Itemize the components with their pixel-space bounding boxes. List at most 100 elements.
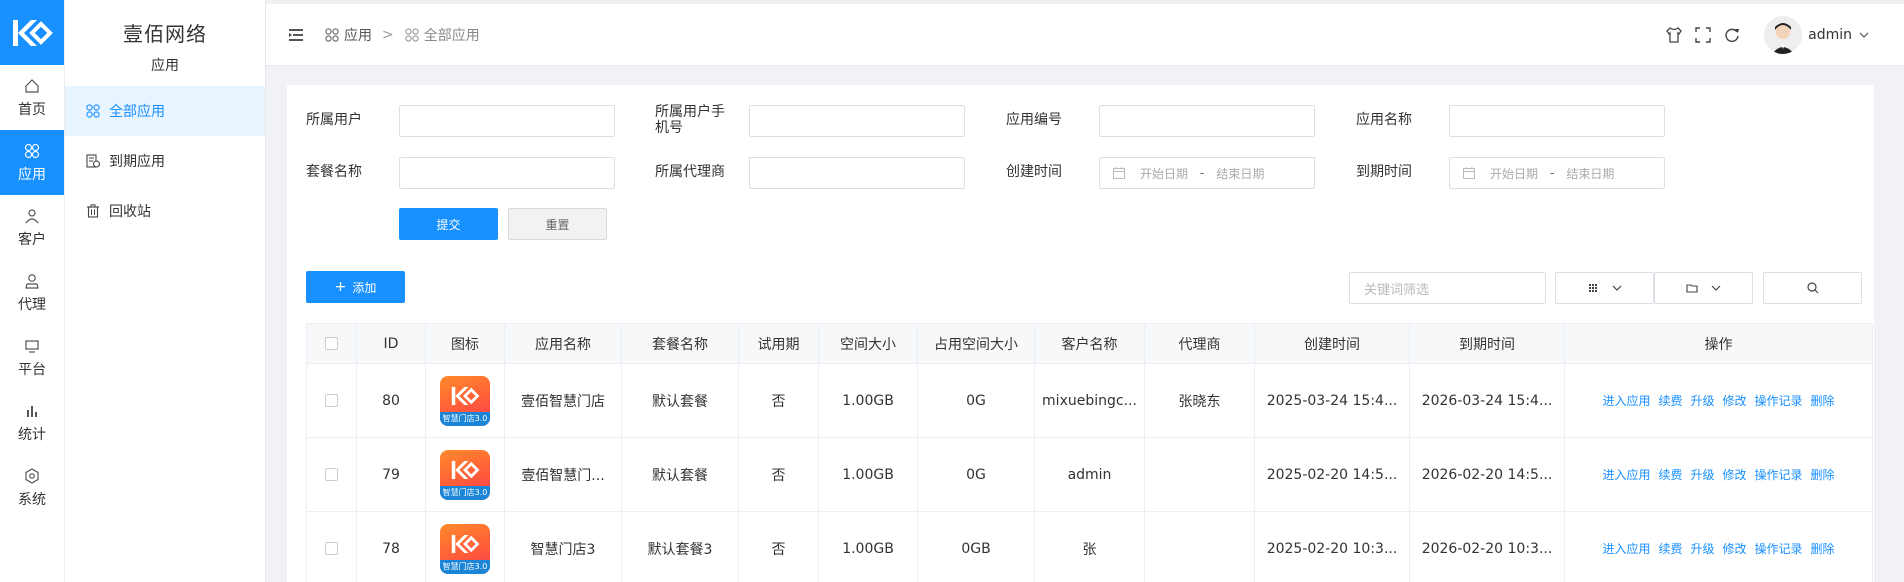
rail-label: 客户	[18, 231, 46, 248]
chevron-down-icon	[1711, 285, 1720, 291]
cell-icon: 智慧门店3.0	[425, 511, 505, 582]
date-separator: -	[1200, 166, 1205, 180]
delete-link[interactable]: 删除	[1811, 468, 1835, 482]
export-button[interactable]	[1654, 272, 1753, 304]
apps-icon	[405, 27, 419, 42]
monitor-icon	[25, 339, 39, 353]
filter-label-create-time: 创建时间	[1006, 164, 1062, 180]
table-row: 80 智慧门店3.0 壹佰智慧门店 默认套餐 否 1.00GB 0G mixue…	[306, 363, 1873, 438]
avatar[interactable]	[1764, 16, 1803, 54]
th-icon: 图标	[425, 323, 505, 364]
brand-title: 壹佰网络	[123, 22, 207, 46]
cell-customer: 张	[1034, 511, 1145, 582]
fullscreen-icon[interactable]	[1693, 25, 1713, 45]
renew-link[interactable]: 续费	[1658, 468, 1682, 482]
breadcrumb-first[interactable]: 应用	[344, 25, 372, 45]
brand-subtitle: 应用	[151, 58, 179, 74]
rail-item-platform[interactable]: 平台	[0, 325, 64, 390]
owner-user-input[interactable]	[399, 105, 615, 137]
th-space: 空间大小	[818, 323, 918, 364]
owner-phone-input[interactable]	[749, 105, 965, 137]
cell-app-name: 智慧门店3	[504, 511, 622, 582]
cell-ops: 进入应用 续费 升级 修改 操作记录 删除	[1564, 437, 1873, 512]
bar-chart-icon	[27, 405, 37, 417]
apps-icon	[86, 104, 100, 118]
column-toggle-button[interactable]	[1555, 272, 1654, 304]
create-time-range[interactable]: 开始日期 - 结束日期	[1099, 157, 1315, 189]
cell-id: 79	[356, 437, 426, 512]
filter-label-owner-phone: 所属用户手机号	[655, 104, 725, 136]
table-row: 78 智慧门店3.0 智慧门店3 默认套餐3 否 1.00GB 0GB 张 20…	[306, 511, 1873, 582]
app-no-input[interactable]	[1099, 105, 1315, 137]
enter-app-link[interactable]: 进入应用	[1602, 394, 1650, 408]
logo	[0, 0, 64, 65]
submenu-item-recycle-bin[interactable]: 回收站	[65, 186, 265, 236]
theme-shirt-icon[interactable]	[1664, 25, 1684, 45]
rail-label: 代理	[18, 296, 46, 313]
user-name[interactable]: admin	[1808, 27, 1852, 43]
rail-item-system[interactable]: 系统	[0, 455, 64, 520]
delete-link[interactable]: 删除	[1811, 542, 1835, 556]
op-log-link[interactable]: 操作记录	[1755, 394, 1803, 408]
op-log-link[interactable]: 操作记录	[1755, 468, 1803, 482]
breadcrumb-last: 全部应用	[423, 27, 480, 44]
th-customer: 客户名称	[1034, 323, 1145, 364]
app-logo-icon: 智慧门店3.0	[440, 375, 490, 426]
add-button[interactable]: + 添加	[306, 271, 405, 303]
row-checkbox[interactable]	[325, 542, 338, 555]
plus-icon: +	[334, 279, 347, 295]
refresh-icon[interactable]	[1722, 25, 1742, 45]
agent-input[interactable]	[749, 157, 965, 189]
select-all-cell[interactable]	[306, 323, 357, 364]
edit-link[interactable]: 修改	[1723, 394, 1747, 408]
rail-item-customer[interactable]: 客户	[0, 195, 64, 260]
enter-app-link[interactable]: 进入应用	[1602, 542, 1650, 556]
select-all-checkbox[interactable]	[325, 337, 338, 350]
row-checkbox[interactable]	[325, 468, 338, 481]
edit-link[interactable]: 修改	[1723, 542, 1747, 556]
menu-fold-icon[interactable]	[286, 25, 306, 45]
cell-used-space: 0G	[917, 437, 1035, 512]
rail-item-apps[interactable]: 应用	[0, 130, 64, 195]
app-logo-icon: 智慧门店3.0	[440, 449, 490, 500]
chevron-down-icon[interactable]	[1858, 29, 1870, 41]
op-log-link[interactable]: 操作记录	[1755, 542, 1803, 556]
keyword-filter-input[interactable]: 关键词筛选	[1349, 272, 1546, 304]
renew-link[interactable]: 续费	[1658, 542, 1682, 556]
app-logo-icon: 智慧门店3.0	[440, 523, 490, 574]
submenu-item-expired-apps[interactable]: 到期应用	[65, 136, 265, 186]
brand: 壹佰网络 应用	[65, 0, 265, 80]
submenu-item-all-apps[interactable]: 全部应用	[65, 86, 265, 136]
header-tools: admin	[1655, 16, 1870, 54]
edit-link[interactable]: 修改	[1723, 468, 1747, 482]
rail-item-home[interactable]: 首页	[0, 65, 64, 130]
package-name-input[interactable]	[399, 157, 615, 189]
upgrade-link[interactable]: 升级	[1690, 542, 1714, 556]
row-checkbox[interactable]	[325, 394, 338, 407]
rail-item-agent[interactable]: 代理	[0, 260, 64, 325]
upgrade-link[interactable]: 升级	[1690, 394, 1714, 408]
calendar-icon	[1113, 167, 1125, 179]
cell-expires: 2026-02-20 14:5...	[1409, 437, 1565, 512]
rail-item-stats[interactable]: 统计	[0, 390, 64, 455]
delete-link[interactable]: 删除	[1811, 394, 1835, 408]
search-button[interactable]	[1763, 272, 1862, 304]
submit-button[interactable]: 提交	[399, 208, 498, 240]
renew-link[interactable]: 续费	[1658, 394, 1682, 408]
chevron-down-icon	[1612, 285, 1621, 291]
cell-agent	[1144, 437, 1255, 512]
cell-expires: 2026-03-24 15:4...	[1409, 363, 1565, 438]
expire-time-range[interactable]: 开始日期 - 结束日期	[1449, 157, 1665, 189]
filter-label-expire-time: 到期时间	[1356, 164, 1412, 180]
upgrade-link[interactable]: 升级	[1690, 468, 1714, 482]
cell-ops: 进入应用 续费 升级 修改 操作记录 删除	[1564, 511, 1873, 582]
rail-label: 统计	[18, 426, 46, 443]
filter-label-app-no: 应用编号	[1006, 112, 1062, 128]
end-date-placeholder: 结束日期	[1566, 166, 1615, 181]
cell-created: 2025-03-24 15:4...	[1254, 363, 1410, 438]
cell-agent: 张晓东	[1144, 363, 1255, 438]
reset-button[interactable]: 重置	[508, 208, 607, 240]
agent-icon	[25, 273, 39, 289]
enter-app-link[interactable]: 进入应用	[1602, 468, 1650, 482]
app-name-input[interactable]	[1449, 105, 1665, 137]
